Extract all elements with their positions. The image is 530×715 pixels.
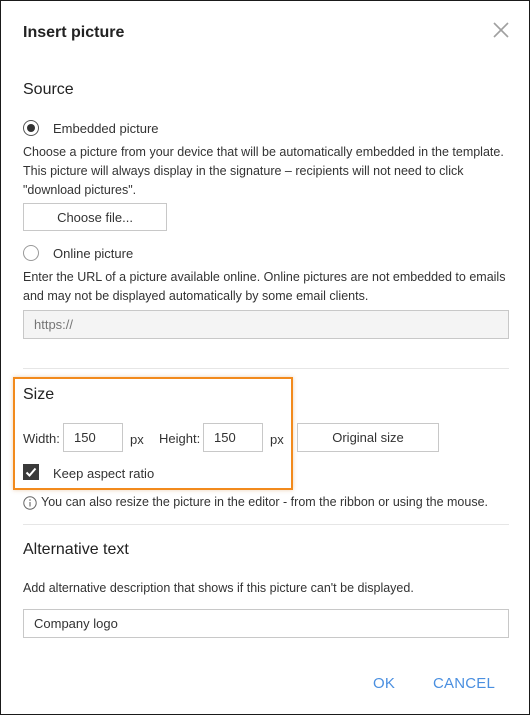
height-input[interactable] bbox=[203, 423, 263, 452]
close-button[interactable] bbox=[491, 20, 511, 40]
embedded-picture-description: Choose a picture from your device that w… bbox=[23, 145, 504, 197]
close-icon bbox=[493, 22, 509, 38]
info-icon bbox=[23, 496, 37, 510]
section-divider bbox=[23, 368, 509, 369]
section-divider bbox=[23, 524, 509, 525]
height-unit: px bbox=[270, 432, 284, 447]
cancel-button[interactable]: CANCEL bbox=[433, 675, 495, 692]
insert-picture-dialog: Insert picture Source Embedded picture C… bbox=[0, 0, 530, 715]
width-unit: px bbox=[130, 432, 144, 447]
embedded-picture-label[interactable]: Embedded picture bbox=[53, 121, 159, 136]
width-input[interactable] bbox=[63, 423, 123, 452]
alt-text-input[interactable] bbox=[23, 609, 509, 638]
size-heading: Size bbox=[23, 386, 55, 403]
dialog-title: Insert picture bbox=[23, 24, 125, 41]
alt-text-description: Add alternative description that shows i… bbox=[23, 581, 414, 595]
height-label: Height: bbox=[159, 431, 201, 446]
keep-aspect-ratio-label[interactable]: Keep aspect ratio bbox=[53, 466, 154, 481]
checkmark-icon bbox=[25, 467, 37, 477]
online-picture-label[interactable]: Online picture bbox=[53, 246, 133, 261]
alt-text-heading: Alternative text bbox=[23, 541, 129, 558]
embedded-picture-radio[interactable] bbox=[23, 120, 39, 136]
choose-file-button[interactable]: Choose file... bbox=[23, 203, 167, 231]
original-size-button[interactable]: Original size bbox=[297, 423, 439, 452]
keep-aspect-ratio-checkbox[interactable] bbox=[23, 464, 39, 480]
width-label: Width: bbox=[23, 431, 60, 446]
source-heading: Source bbox=[23, 81, 74, 98]
online-picture-description: Enter the URL of a picture available onl… bbox=[23, 270, 506, 303]
resize-info-text: You can also resize the picture in the e… bbox=[41, 495, 489, 509]
online-picture-radio[interactable] bbox=[23, 245, 39, 261]
picture-url-input[interactable] bbox=[23, 310, 509, 339]
ok-button[interactable]: OK bbox=[373, 675, 395, 692]
